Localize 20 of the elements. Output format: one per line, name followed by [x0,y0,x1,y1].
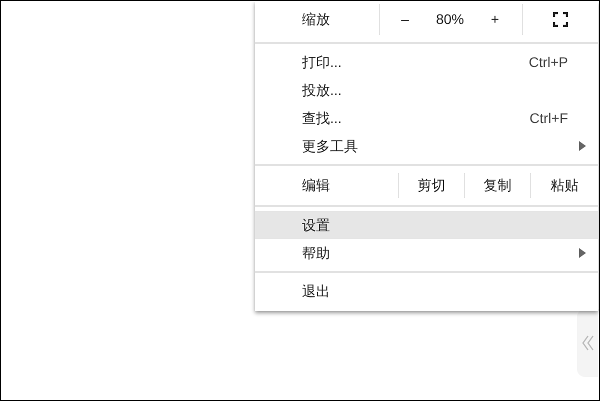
double-chevron-left-icon [581,335,595,351]
submenu-arrow-icon [579,141,586,151]
edit-action-button[interactable]: 粘贴 [531,170,598,201]
edit-label: 编辑 [301,176,331,195]
menu-item[interactable]: 更多工具 [255,132,598,160]
zoom-label: 缩放 [301,10,331,29]
menu-item[interactable]: 查找... Ctrl+F [255,104,598,132]
zoom-level: 80% [434,10,466,29]
menu-item[interactable]: 打印... Ctrl+P [255,48,598,76]
zoom-out-button[interactable]: – [380,1,430,38]
collapse-handle[interactable] [577,309,599,377]
menu-item[interactable]: 设置 [255,211,598,239]
zoom-in-button[interactable]: + [470,1,520,38]
menu-item[interactable]: 退出 [255,277,598,305]
edit-action-button[interactable]: 剪切 [399,170,464,201]
fullscreen-icon [553,12,568,27]
submenu-arrow-icon [579,248,586,258]
edit-action-button[interactable]: 复制 [465,170,530,201]
menu-item[interactable]: 投放... [255,76,598,104]
menu-item[interactable]: 帮助 [255,239,598,267]
